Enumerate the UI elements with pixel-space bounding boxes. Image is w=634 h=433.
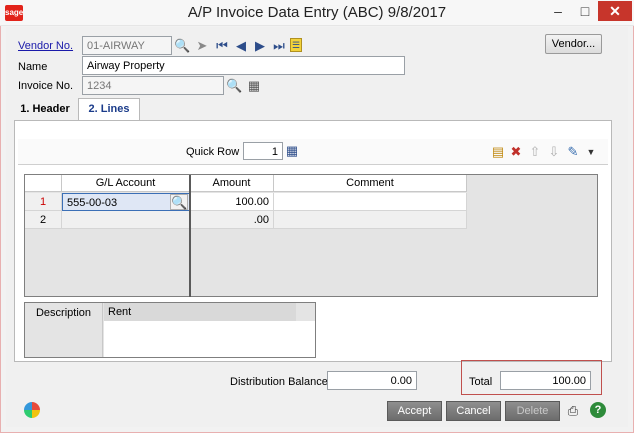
frozen-column-divider [189, 175, 191, 297]
search-icon[interactable]: 🔍 [174, 38, 190, 54]
lines-grid: G/L Account Amount Comment 1 555-00-03 🔍… [24, 174, 598, 297]
invoice-no-field[interactable]: 1234 [82, 76, 224, 95]
name-label: Name [18, 61, 48, 73]
quick-row-input[interactable]: 1 [243, 142, 283, 160]
move-down-icon[interactable]: ⇩ [546, 144, 562, 160]
next-record-icon[interactable]: ▶ [252, 38, 268, 54]
row-number-header [25, 175, 62, 192]
help-icon[interactable]: ? [590, 402, 606, 418]
move-up-icon[interactable]: ⇧ [527, 144, 543, 160]
insert-row-icon[interactable]: ▤ [490, 144, 506, 160]
customize-icon[interactable]: ✎ [565, 144, 581, 160]
tab-lines[interactable]: 2. Lines [78, 98, 140, 120]
column-header-amount[interactable]: Amount [190, 175, 274, 192]
close-button[interactable]: ✕ [598, 1, 632, 21]
distribution-balance-label: Distribution Balance [230, 376, 328, 388]
print-icon[interactable]: ⎙ [565, 403, 581, 419]
description-value[interactable]: Rent [104, 303, 296, 321]
gl-account-cell[interactable] [62, 211, 190, 229]
last-record-icon[interactable]: ⏭ [271, 38, 287, 54]
calendar-icon[interactable]: ▦ [246, 78, 262, 94]
cancel-button[interactable]: Cancel [446, 401, 501, 421]
chevron-down-icon[interactable]: ▼ [583, 144, 599, 160]
window-title: A/P Invoice Data Entry (ABC) 9/8/2017 [187, 4, 447, 21]
row-number[interactable]: 1 [25, 193, 62, 211]
invoice-no-label: Invoice No. [18, 80, 74, 92]
vendor-button[interactable]: Vendor... [545, 34, 602, 54]
amount-cell[interactable]: 100.00 [190, 193, 274, 211]
delete-button: Delete [505, 401, 560, 421]
memo-icon[interactable]: ☰ [290, 38, 302, 52]
description-panel: Description Rent [24, 302, 316, 358]
previous-record-icon[interactable]: ◀ [233, 38, 249, 54]
column-header-gl-account[interactable]: G/L Account [62, 175, 190, 192]
quick-row-label: Quick Row [186, 146, 240, 158]
tab-header[interactable]: 1. Header [16, 99, 74, 121]
maximize-button[interactable]: □ [572, 1, 598, 21]
first-record-icon[interactable]: ⏮ [214, 38, 230, 54]
delete-row-icon[interactable]: ✖ [508, 144, 524, 160]
accept-button[interactable]: Accept [387, 401, 442, 421]
name-field[interactable]: Airway Property [82, 56, 405, 75]
gl-account-value: 555-00-03 [67, 197, 118, 209]
column-header-comment[interactable]: Comment [274, 175, 467, 192]
pin-icon[interactable]: ➤ [194, 38, 210, 54]
search-icon[interactable]: 🔍 [226, 78, 242, 94]
minimize-button[interactable]: – [544, 1, 572, 21]
distribution-balance-field: 0.00 [327, 371, 417, 390]
color-wheel-icon[interactable] [24, 402, 40, 418]
amount-cell[interactable]: .00 [190, 211, 274, 229]
comment-cell[interactable] [274, 193, 467, 211]
row-number[interactable]: 2 [25, 211, 62, 229]
vendor-no-field[interactable]: 01-AIRWAY [82, 36, 172, 55]
total-field: 100.00 [500, 371, 591, 390]
quick-row-grid-icon[interactable]: ▦ [284, 143, 300, 159]
description-label: Description [25, 303, 103, 357]
description-area [104, 321, 315, 357]
total-label: Total [469, 376, 493, 388]
search-icon[interactable]: 🔍 [170, 194, 188, 210]
vendor-no-label[interactable]: Vendor No. [18, 40, 73, 52]
comment-cell[interactable] [274, 211, 467, 229]
